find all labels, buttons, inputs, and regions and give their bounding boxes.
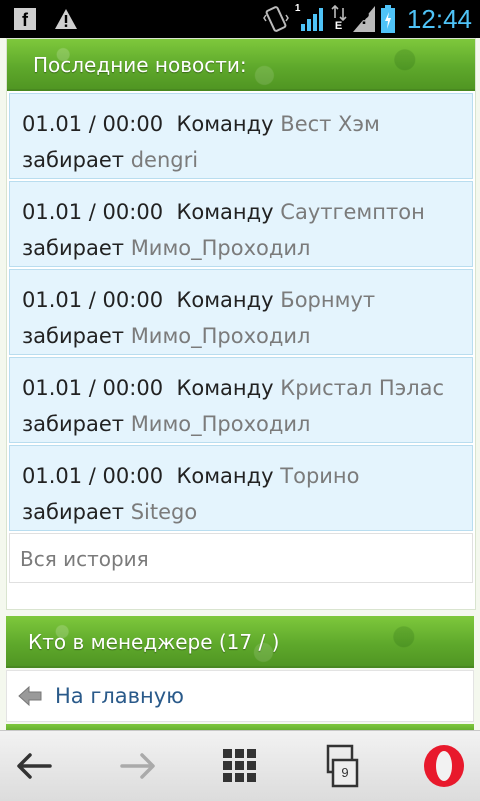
user-link[interactable]: Мимо_Проходил: [131, 412, 311, 436]
battery-icon: [380, 5, 395, 33]
home-link-label: На главную: [55, 684, 184, 708]
vibrate-icon: [263, 6, 289, 32]
tabs-button[interactable]: 9: [303, 731, 383, 801]
news-title: Последние новости:: [33, 53, 247, 77]
news-item: 01.01 / 00:00 Команду Торино забирает Si…: [9, 445, 473, 531]
network-type-label: E: [334, 20, 343, 32]
history-link[interactable]: Вся история: [9, 533, 473, 583]
speed-dial-button[interactable]: [200, 731, 280, 801]
warning-icon: [55, 9, 77, 29]
managers-panel: Кто в менеджере (17 / ): [6, 616, 474, 668]
forward-arrow-icon: [120, 753, 155, 779]
user-link[interactable]: Мимо_Проходил: [131, 236, 311, 260]
back-button[interactable]: [0, 731, 74, 801]
team-link[interactable]: Саутгемптон: [280, 200, 425, 224]
news-panel: Последние новости: 01.01 / 00:00 Команду…: [6, 38, 476, 610]
home-link[interactable]: На главную: [6, 670, 474, 722]
clock: 12:44: [406, 4, 472, 34]
user-link[interactable]: Мимо_Проходил: [131, 324, 311, 348]
facebook-icon: f: [14, 8, 36, 30]
opera-icon: [424, 745, 464, 787]
news-item: 01.01 / 00:00 Команду Кристал Пэлас заби…: [9, 357, 473, 443]
news-item: 01.01 / 00:00 Команду Вест Хэм забирает …: [9, 93, 473, 179]
data-icon: E: [331, 4, 347, 33]
user-link[interactable]: dengri: [131, 148, 198, 172]
grid-icon: [223, 749, 256, 782]
team-link[interactable]: Борнмут: [280, 288, 375, 312]
opera-menu-button[interactable]: [404, 731, 480, 801]
news-header: Последние новости:: [7, 39, 475, 91]
signal-icon: 1: [295, 3, 325, 33]
tab-count: 9: [341, 765, 349, 780]
team-link[interactable]: Кристал Пэлас: [280, 376, 444, 400]
team-link[interactable]: Вест Хэм: [280, 112, 380, 136]
back-arrow-icon: [18, 685, 42, 707]
managers-header[interactable]: Кто в менеджере (17 / ): [6, 616, 474, 668]
back-arrow-icon: [17, 753, 52, 779]
news-item: 01.01 / 00:00 Команду Борнмут забирает М…: [9, 269, 473, 355]
user-link[interactable]: Sitego: [131, 500, 198, 524]
news-item: 01.01 / 00:00 Команду Саутгемптон забира…: [9, 181, 473, 267]
tabs-icon: 9: [323, 741, 363, 791]
team-link[interactable]: Торино: [280, 464, 359, 488]
unknown-signal-icon: ?: [352, 6, 375, 32]
managers-title: Кто в менеджере (17 / ): [28, 630, 280, 654]
status-bar: f 1 E ? 12:44: [0, 0, 480, 38]
page-content: Последние новости: 01.01 / 00:00 Команду…: [0, 38, 480, 730]
forward-button[interactable]: [98, 731, 178, 801]
browser-toolbar: 9: [0, 730, 480, 801]
